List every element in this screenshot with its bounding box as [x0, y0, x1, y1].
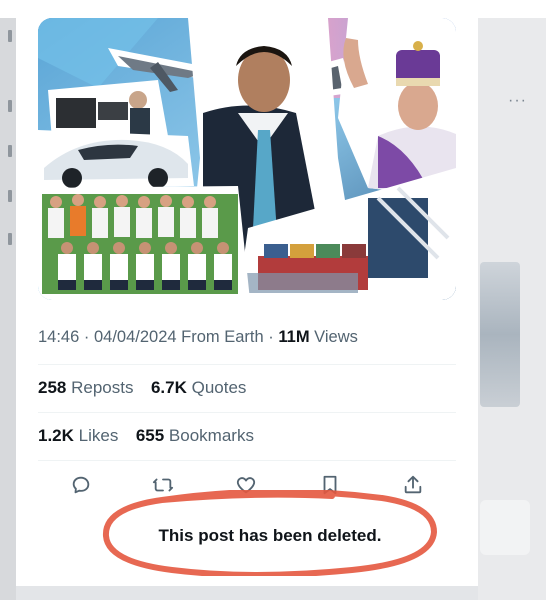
meta-separator: ·: [83, 328, 94, 346]
deleted-notice-text: This post has been deleted.: [158, 526, 382, 545]
reposts-quotes-row: 258 Reposts 6.7K Quotes: [38, 378, 456, 398]
background-image-thumbnail: [480, 262, 520, 407]
post-date[interactable]: 04/04/2024: [94, 328, 177, 346]
divider: [38, 412, 456, 413]
quotes-link[interactable]: 6.7K Quotes: [151, 378, 246, 397]
reposts-link[interactable]: 258 Reposts: [38, 378, 138, 397]
quotes-count: 6.7K: [150, 378, 187, 397]
post-source: From Earth: [181, 328, 264, 346]
likes-bookmarks-row: 1.2K Likes 655 Bookmarks: [38, 426, 456, 446]
meta-separator: ·: [268, 328, 279, 346]
background-card: [480, 500, 530, 555]
quotes-label: Quotes: [191, 378, 247, 397]
post-media-image[interactable]: [38, 18, 456, 300]
deleted-notice: This post has been deleted.: [102, 490, 438, 576]
divider: [38, 364, 456, 365]
post-time[interactable]: 14:46: [38, 328, 79, 346]
likes-link[interactable]: 1.2K Likes: [38, 426, 123, 445]
bookmarks-label: Bookmarks: [168, 426, 254, 445]
reposts-count: 258: [38, 378, 67, 397]
bookmarks-count: 655: [135, 426, 165, 445]
post-card: 14:46 · 04/04/2024 From Earth · 11M View…: [16, 0, 478, 586]
likes-count: 1.2K: [38, 426, 74, 445]
camera-operator-graphic: [48, 80, 168, 140]
divider: [38, 460, 456, 461]
post-meta-line: 14:46 · 04/04/2024 From Earth · 11M View…: [38, 328, 468, 347]
football-team-graphic: [38, 186, 250, 300]
more-options-icon: ···: [508, 92, 527, 109]
reply-button[interactable]: [68, 472, 94, 498]
bookmarks-link[interactable]: 655 Bookmarks: [136, 426, 254, 445]
collage-illustration: [38, 18, 456, 300]
views-label: Views: [314, 328, 358, 346]
likes-label: Likes: [78, 426, 119, 445]
sports-car-graphic: [38, 130, 194, 190]
views-count: 11M: [278, 328, 310, 346]
reposts-label: Reposts: [71, 378, 134, 397]
reply-icon: [72, 476, 90, 494]
